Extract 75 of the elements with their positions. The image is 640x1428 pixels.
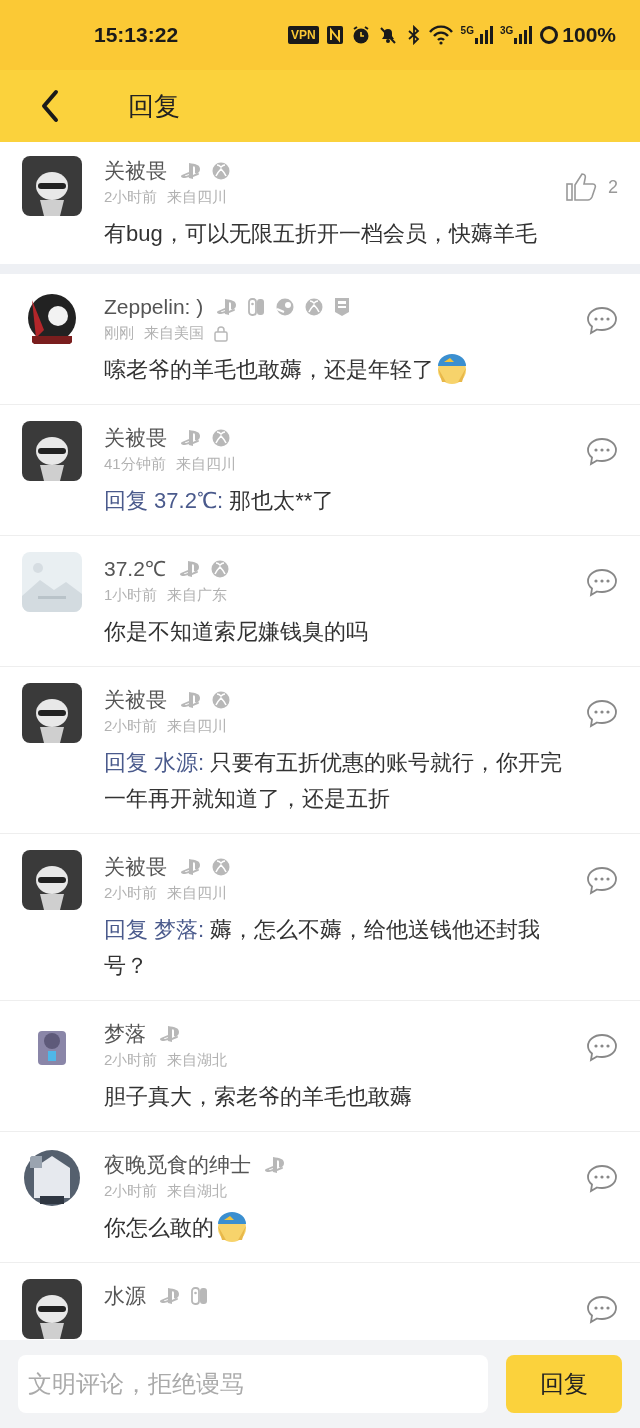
- username: 水源: [104, 1283, 146, 1310]
- location: 来自四川: [167, 882, 228, 903]
- comment-text: 胆子真大，索老爷的羊毛也敢薅: [104, 1083, 413, 1111]
- playstation-icon: [179, 559, 201, 579]
- shield-icon: [333, 297, 352, 317]
- comment-text: 嗦老爷的羊毛也敢薅，还是年轻了: [104, 352, 574, 388]
- steam-icon: [275, 297, 296, 317]
- xbox-icon: [304, 297, 325, 317]
- vpn-badge: VPN: [287, 26, 319, 44]
- xbox-icon: [211, 428, 231, 448]
- comment-text: 回复 37.2℃: 那也太**了: [104, 487, 336, 515]
- location: 来自四川: [175, 453, 236, 474]
- playstation-icon: [160, 1286, 181, 1306]
- reply-button[interactable]: [586, 866, 618, 896]
- reply-button[interactable]: [586, 1295, 618, 1325]
- comment-text: 你是不知道索尼嫌钱臭的吗: [104, 618, 369, 646]
- username: 梦落: [104, 1021, 146, 1048]
- timestamp: 2小时前: [104, 1180, 158, 1201]
- signal-icon: [474, 26, 493, 44]
- comment-text: 回复 梦落: 薅，怎么不薅，给他送钱他还封我号？: [104, 916, 542, 980]
- username: 关被畏: [104, 687, 167, 714]
- battery-icon: [539, 25, 560, 45]
- location: 来自湖北: [167, 1049, 228, 1070]
- reply-submit-button[interactable]: 回复: [506, 1355, 622, 1413]
- timestamp: 2小时前: [104, 715, 158, 736]
- playstation-icon: [181, 690, 202, 710]
- timestamp: 1小时前: [104, 584, 158, 605]
- timestamp: 41分钟前: [104, 453, 166, 474]
- xbox-icon: [211, 857, 231, 877]
- playstation-icon: [181, 161, 202, 181]
- username: 关被畏: [104, 854, 167, 881]
- username: 夜晚觅食的绅士: [104, 1152, 251, 1179]
- console-icon: [247, 297, 267, 317]
- playstation-icon: [217, 297, 239, 317]
- clock: 15:13:22: [94, 22, 179, 49]
- location: 来自广东: [167, 584, 228, 605]
- reply-button[interactable]: [586, 306, 618, 336]
- comment-input[interactable]: 文明评论，拒绝谩骂: [18, 1355, 488, 1413]
- mute-icon: [377, 25, 398, 45]
- timestamp: 刚刚: [104, 322, 134, 343]
- reply-button[interactable]: [586, 1164, 618, 1194]
- location: 来自四川: [167, 186, 228, 207]
- location: 来自湖北: [167, 1180, 228, 1201]
- console-icon: [190, 1286, 209, 1306]
- battery-level: 100%: [562, 22, 616, 49]
- username: 关被畏: [104, 158, 167, 185]
- reply-button[interactable]: [586, 699, 618, 729]
- playstation-icon: [265, 1155, 286, 1175]
- username: 37.2℃: [104, 556, 166, 583]
- reply-button[interactable]: [586, 437, 618, 467]
- wifi-icon: [427, 24, 454, 46]
- network-label: 5G: [460, 26, 474, 36]
- username: Zeppelin: ): [104, 294, 204, 321]
- playstation-icon: [181, 428, 202, 448]
- nfc-icon: [325, 25, 344, 45]
- reply-button[interactable]: [586, 1033, 618, 1063]
- location: 来自美国: [144, 322, 204, 343]
- location: 来自四川: [167, 715, 228, 736]
- comment-text: 有bug，可以无限五折开一档会员，快薅羊毛: [104, 220, 538, 248]
- xbox-icon: [211, 161, 231, 181]
- playstation-icon: [160, 1024, 181, 1044]
- timestamp: 2小时前: [104, 882, 158, 903]
- signal-icon: [514, 26, 533, 44]
- xbox-icon: [209, 559, 230, 579]
- xbox-icon: [211, 690, 231, 710]
- network-label: 3G: [499, 26, 514, 36]
- username: 关被畏: [104, 425, 167, 452]
- reply-button[interactable]: [586, 568, 618, 598]
- comment-text: 你怎么敢的: [104, 1210, 574, 1246]
- timestamp: 2小时前: [104, 1049, 158, 1070]
- timestamp: 2小时前: [104, 186, 158, 207]
- back-icon: [40, 89, 60, 123]
- playstation-icon: [181, 857, 202, 877]
- page-title: 回复: [128, 89, 180, 123]
- comment-text: 回复 水源: 只要有五折优惠的账号就行，你开完一年再开就知道了，还是五折: [104, 749, 564, 813]
